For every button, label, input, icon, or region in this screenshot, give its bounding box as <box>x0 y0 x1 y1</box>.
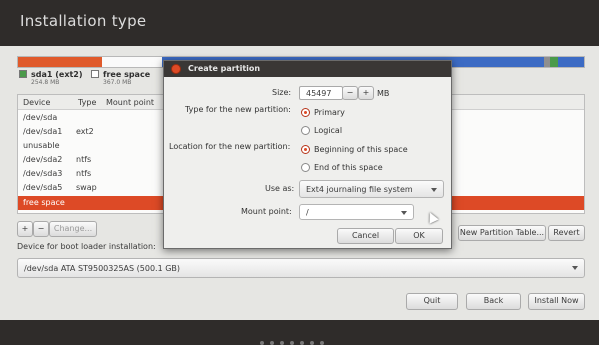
partition-segment-free <box>102 57 162 67</box>
mount-point-label: Mount point: <box>241 207 292 216</box>
logical-radio[interactable] <box>301 126 310 135</box>
location-label: Location for the new partition: <box>169 142 291 151</box>
boot-loader-select[interactable]: /dev/sda ATA ST9500325AS (500.1 GB) <box>17 258 585 278</box>
row-device: /dev/sda2 <box>23 155 63 164</box>
legend-size: 367.0 MB <box>103 79 132 86</box>
legend-swatch <box>19 70 27 78</box>
legend-item-free: free space 367.0 MB <box>91 70 150 86</box>
change-partition-button[interactable]: Change... <box>49 221 97 237</box>
progress-dot <box>260 341 264 345</box>
use-as-value: Ext4 journaling file system <box>306 185 413 194</box>
size-increase-button[interactable]: + <box>358 86 374 100</box>
row-device: /dev/sda1 <box>23 127 63 136</box>
row-device: /dev/sda5 <box>23 183 63 192</box>
row-device: unusable <box>23 141 60 150</box>
legend-name: sda1 (ext2) <box>31 70 83 79</box>
legend-size: 254.8 MB <box>31 79 60 86</box>
quit-button[interactable]: Quit <box>406 293 458 310</box>
chevron-down-icon <box>431 188 437 192</box>
progress-dot <box>270 341 274 345</box>
progress-dot <box>310 341 314 345</box>
mount-point-value: / <box>306 208 309 217</box>
primary-radio[interactable] <box>301 108 310 117</box>
row-device: /dev/sda <box>23 113 58 122</box>
row-device: free space <box>23 198 65 207</box>
progress-dot <box>290 341 294 345</box>
remove-partition-button[interactable]: − <box>33 221 49 237</box>
size-label: Size: <box>272 88 292 97</box>
size-unit: MB <box>377 89 390 98</box>
size-decrease-button[interactable]: − <box>342 86 358 100</box>
page-title: Installation type <box>20 12 147 30</box>
row-type: ext2 <box>76 127 94 136</box>
boot-loader-label: Device for boot loader installation: <box>17 242 156 251</box>
chevron-down-icon <box>401 211 407 215</box>
title-bar: Installation type <box>0 0 599 46</box>
install-now-button[interactable]: Install Now <box>528 293 585 310</box>
boot-loader-value: /dev/sda ATA ST9500325AS (500.1 GB) <box>24 264 181 273</box>
use-as-label: Use as: <box>265 184 295 193</box>
end-radio[interactable] <box>301 163 310 172</box>
logical-label: Logical <box>314 126 343 135</box>
size-input[interactable]: 45497 <box>299 86 343 100</box>
revert-button[interactable]: Revert <box>548 225 585 241</box>
beginning-label: Beginning of this space <box>314 145 408 154</box>
legend-swatch <box>91 70 99 78</box>
back-button[interactable]: Back <box>466 293 521 310</box>
row-device: /dev/sda3 <box>23 169 63 178</box>
primary-label: Primary <box>314 108 345 117</box>
progress-dot <box>280 341 284 345</box>
partition-type-label: Type for the new partition: <box>185 105 291 114</box>
row-type: swap <box>76 183 97 192</box>
legend-name: free space <box>103 70 151 79</box>
progress-dot <box>320 341 324 345</box>
column-header-device[interactable]: Device <box>23 98 50 107</box>
legend-item-sda1: sda1 (ext2) 254.8 MB <box>19 70 83 86</box>
chevron-down-icon <box>572 266 578 270</box>
create-partition-dialog: Create partition Size: 45497 − + MB Type… <box>163 60 452 249</box>
add-partition-button[interactable]: + <box>17 221 33 237</box>
new-partition-table-button[interactable]: New Partition Table... <box>458 225 546 241</box>
use-as-select[interactable]: Ext4 journaling file system <box>299 180 444 198</box>
close-icon[interactable] <box>171 64 181 74</box>
column-header-type[interactable]: Type <box>78 98 96 107</box>
cancel-button[interactable]: Cancel <box>337 228 394 244</box>
end-label: End of this space <box>314 163 383 172</box>
dialog-title-bar: Create partition <box>164 61 451 77</box>
size-value: 45497 <box>306 89 332 98</box>
progress-dot <box>300 341 304 345</box>
installer-window: Installation type sda1 (ext2) 254.8 MB f… <box>0 0 599 345</box>
partition-segment-small-green <box>550 57 558 67</box>
ok-button[interactable]: OK <box>395 228 443 244</box>
row-type: ntfs <box>76 155 92 164</box>
column-header-mount[interactable]: Mount point <box>106 98 154 107</box>
row-type: ntfs <box>76 169 92 178</box>
beginning-radio[interactable] <box>301 145 310 154</box>
progress-dots <box>260 338 330 345</box>
partition-segment-tail <box>558 57 584 67</box>
mount-point-combo[interactable]: / <box>299 204 414 220</box>
partition-segment-sda1 <box>18 57 102 67</box>
dialog-title: Create partition <box>188 64 261 73</box>
